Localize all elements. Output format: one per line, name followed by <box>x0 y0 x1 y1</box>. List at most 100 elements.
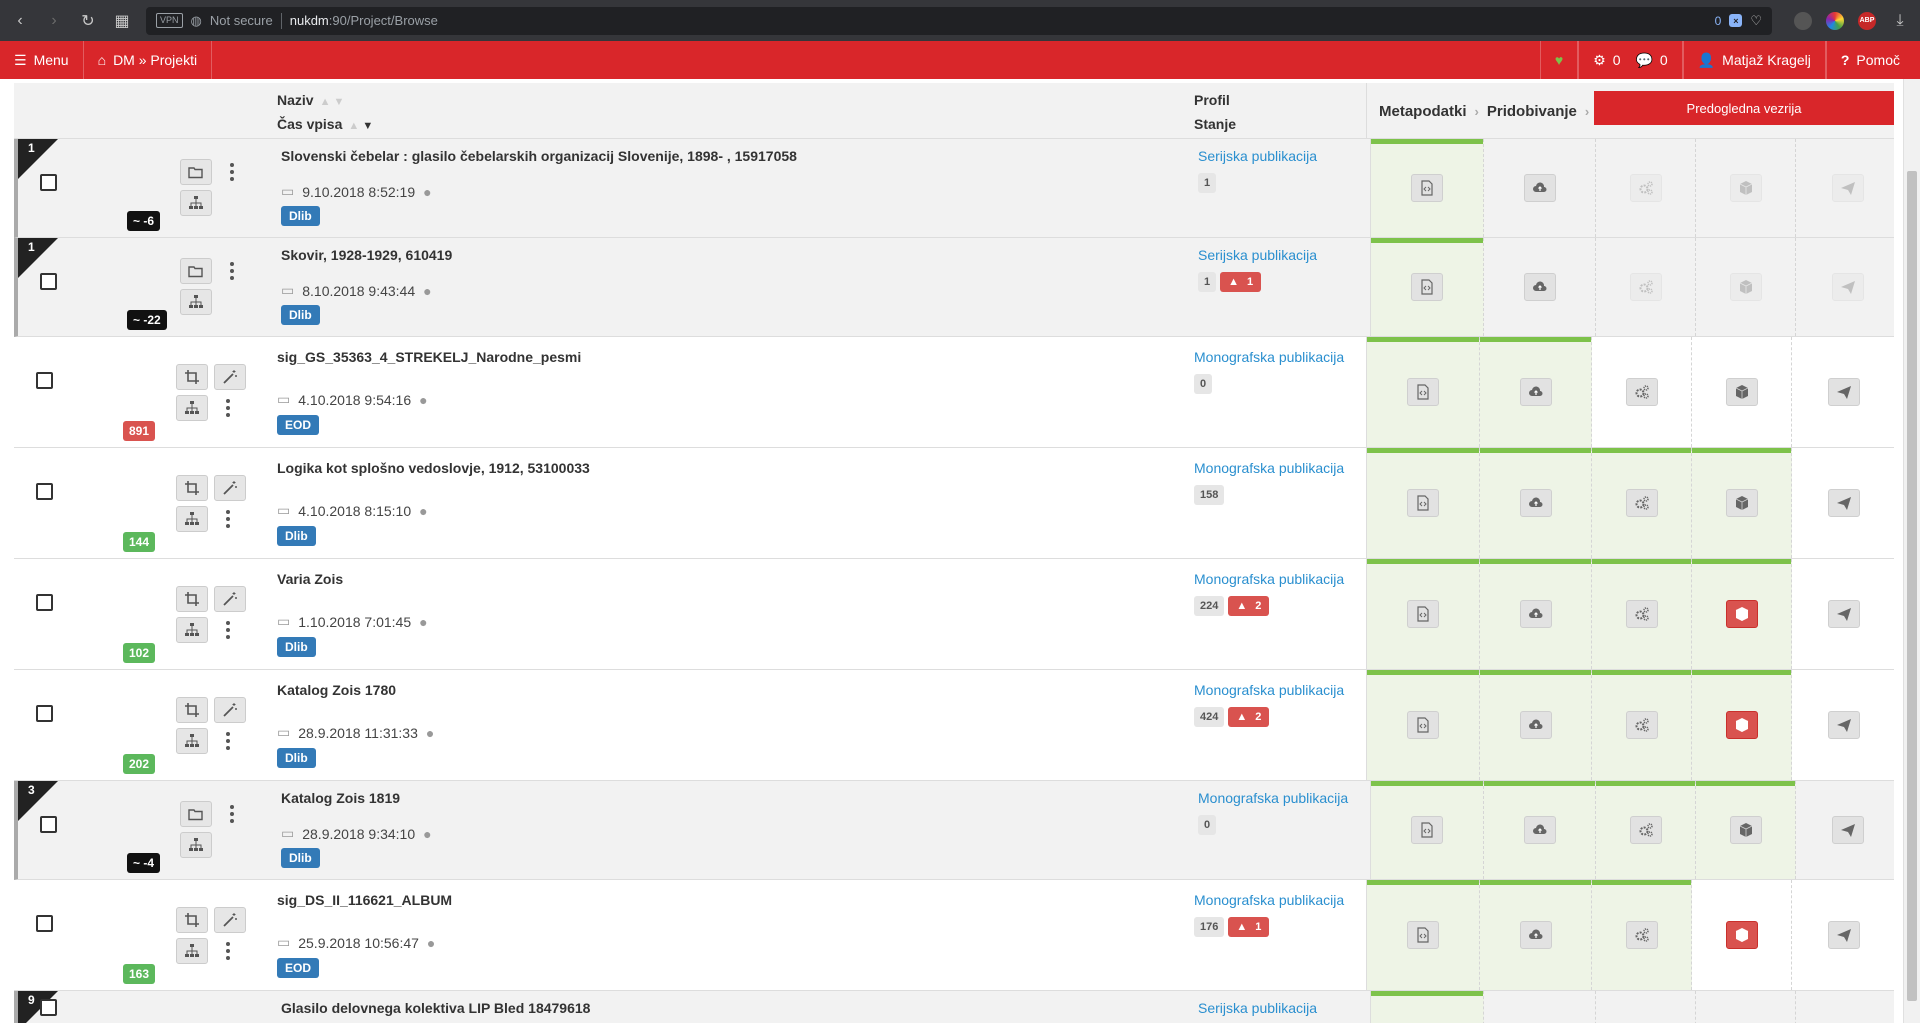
profile-link[interactable]: Monografska publikacija <box>1194 460 1344 476</box>
row-menu-button[interactable] <box>222 396 234 420</box>
step-metadata-button[interactable] <box>1407 378 1439 406</box>
step-publish-button[interactable] <box>1827 600 1860 628</box>
close-x-icon[interactable]: × <box>1729 14 1743 27</box>
warning-badge[interactable]: ▲ 2 <box>1228 707 1270 727</box>
step-metadata-button[interactable] <box>1407 600 1439 628</box>
row-menu-button[interactable] <box>226 160 238 184</box>
step-processing-button[interactable] <box>1629 816 1662 844</box>
profile-link[interactable]: Serijska publikacija <box>1198 247 1317 263</box>
table-row[interactable]: 3 ~ -4 Katalog Zois 1819 ▭ 28.9.2018 9:34:10… <box>14 781 1894 880</box>
structure-button[interactable] <box>180 832 212 858</box>
extension-badge[interactable]: 0 <box>1715 14 1722 28</box>
scrollbar-thumb[interactable] <box>1907 171 1917 1001</box>
profile-link[interactable]: Monografska publikacija <box>1194 892 1344 908</box>
profile-link[interactable]: Monografska publikacija <box>1198 790 1348 806</box>
step-acquisition-button[interactable] <box>1519 489 1552 517</box>
step-acquisition-button[interactable] <box>1523 273 1556 301</box>
bookmark-heart-icon[interactable]: ♡ <box>1750 13 1762 29</box>
user-menu[interactable]: 👤 Matjaž Kragelj <box>1682 41 1826 79</box>
step-acquisition-button[interactable] <box>1519 378 1552 406</box>
row-menu-button[interactable] <box>222 729 234 753</box>
row-menu-button[interactable] <box>222 507 234 531</box>
table-row[interactable]: 891 sig_GS_35363_4_STREKELJ_Narodne_pesmi… <box>14 337 1894 448</box>
scrollbar[interactable] <box>1903 79 1920 1023</box>
project-title[interactable]: Skovir, 1928-1929, 610419 <box>281 247 452 263</box>
structure-button[interactable] <box>176 395 208 421</box>
warning-badge[interactable]: ▲ 1 <box>1220 272 1262 292</box>
breadcrumb[interactable]: ⌂ DM » Projekti <box>84 41 213 79</box>
row-menu-button[interactable] <box>226 802 238 826</box>
structure-button[interactable] <box>180 289 212 315</box>
project-title[interactable]: Katalog Zois 1819 <box>281 790 400 806</box>
project-title[interactable]: sig_GS_35363_4_STREKELJ_Narodne_pesmi <box>277 349 581 365</box>
profile-link[interactable]: Serijska publikacija <box>1198 148 1317 164</box>
structure-button[interactable] <box>176 728 208 754</box>
crop-button[interactable] <box>176 697 208 723</box>
row-menu-button[interactable] <box>222 939 234 963</box>
column-profil[interactable]: Profil <box>1194 92 1230 108</box>
step-package-button[interactable] <box>1725 600 1758 628</box>
step-publish-button[interactable] <box>1827 921 1860 949</box>
crop-button[interactable] <box>176 586 208 612</box>
row-menu-button[interactable] <box>226 259 238 283</box>
warning-badge[interactable]: ▲ 1 <box>1228 917 1270 937</box>
row-checkbox[interactable] <box>40 816 57 833</box>
adblock-icon[interactable]: ABP <box>1858 11 1876 30</box>
step-processing-button[interactable] <box>1625 600 1658 628</box>
download-icon[interactable]: ⤓ <box>1890 12 1910 30</box>
table-row[interactable]: 163 sig_DS_II_116621_ALBUM ▭ 25.9.2018 10:5… <box>14 880 1894 991</box>
step-acquisition-button[interactable] <box>1519 600 1552 628</box>
row-menu-button[interactable] <box>222 618 234 642</box>
step-package-button[interactable] <box>1725 711 1758 739</box>
url-text[interactable]: nukdm:90/Project/Browse <box>290 13 438 28</box>
step-publish-button[interactable] <box>1827 489 1860 517</box>
structure-button[interactable] <box>180 190 212 216</box>
magic-wand-button[interactable] <box>214 586 246 612</box>
step-publish-button[interactable] <box>1827 711 1860 739</box>
back-icon[interactable]: ‹ <box>10 12 30 30</box>
project-title[interactable]: Varia Zois <box>277 571 343 587</box>
sort-arrows-icon[interactable]: ▲ ▼ <box>348 120 373 132</box>
crop-button[interactable] <box>176 364 208 390</box>
step-metadata-button[interactable] <box>1407 921 1439 949</box>
row-checkbox[interactable] <box>36 372 53 389</box>
step-pridobivanje[interactable]: Pridobivanje <box>1487 103 1577 120</box>
project-title[interactable]: Glasilo delovnega kolektiva LIP Bled 184… <box>281 1000 590 1016</box>
project-title[interactable]: Katalog Zois 1780 <box>277 682 396 698</box>
table-row[interactable]: 1 ~ -6 Slovenski čebelar : glasilo čebelar… <box>14 139 1894 238</box>
step-processing-button[interactable] <box>1629 273 1662 301</box>
sort-arrows-icon[interactable]: ▲ ▼ <box>320 96 345 108</box>
step-processing-button[interactable] <box>1625 489 1658 517</box>
table-row[interactable]: 102 Varia Zois ▭ 1.10.2018 7:01:45 ● Dlib Mono… <box>14 559 1894 670</box>
row-checkbox[interactable] <box>36 705 53 722</box>
step-acquisition-button[interactable] <box>1523 174 1556 202</box>
row-checkbox[interactable] <box>40 174 57 191</box>
step-metadata-button[interactable] <box>1411 273 1443 301</box>
step-package-button[interactable] <box>1725 489 1758 517</box>
project-title[interactable]: Slovenski čebelar : glasilo čebelarskih … <box>281 148 797 164</box>
security-label[interactable]: Not secure <box>210 13 273 28</box>
forward-icon[interactable]: › <box>44 12 64 30</box>
row-checkbox[interactable] <box>36 915 53 932</box>
table-row[interactable]: 1 ~ -22 Skovir, 1928-1929, 610419 ▭ 8.10.201… <box>14 238 1894 337</box>
address-bar[interactable]: VPN ◍ Not secure nukdm:90/Project/Browse… <box>146 6 1772 35</box>
step-package-button[interactable] <box>1725 378 1758 406</box>
column-cas-vpisa[interactable]: Čas vpisa ▲ ▼ <box>277 116 373 132</box>
step-acquisition-button[interactable] <box>1519 921 1552 949</box>
open-folder-button[interactable] <box>180 258 212 284</box>
preview-version-button[interactable]: Predogledna vezrija <box>1594 91 1894 125</box>
step-metadata-button[interactable] <box>1411 816 1443 844</box>
menu-button[interactable]: ☰ Menu <box>0 41 84 79</box>
extension-circle-icon[interactable] <box>1794 11 1812 30</box>
magic-wand-button[interactable] <box>214 364 246 390</box>
step-publish-button[interactable] <box>1831 273 1864 301</box>
project-title[interactable]: Logika kot splošno vedoslovje, 1912, 531… <box>277 460 590 476</box>
step-processing-button[interactable] <box>1625 921 1658 949</box>
column-stanje[interactable]: Stanje <box>1194 116 1236 132</box>
row-checkbox[interactable] <box>40 273 57 290</box>
structure-button[interactable] <box>176 617 208 643</box>
step-metapodatki[interactable]: Metapodatki <box>1379 103 1467 120</box>
step-processing-button[interactable] <box>1629 174 1662 202</box>
step-processing-button[interactable] <box>1625 378 1658 406</box>
row-checkbox[interactable] <box>36 483 53 500</box>
